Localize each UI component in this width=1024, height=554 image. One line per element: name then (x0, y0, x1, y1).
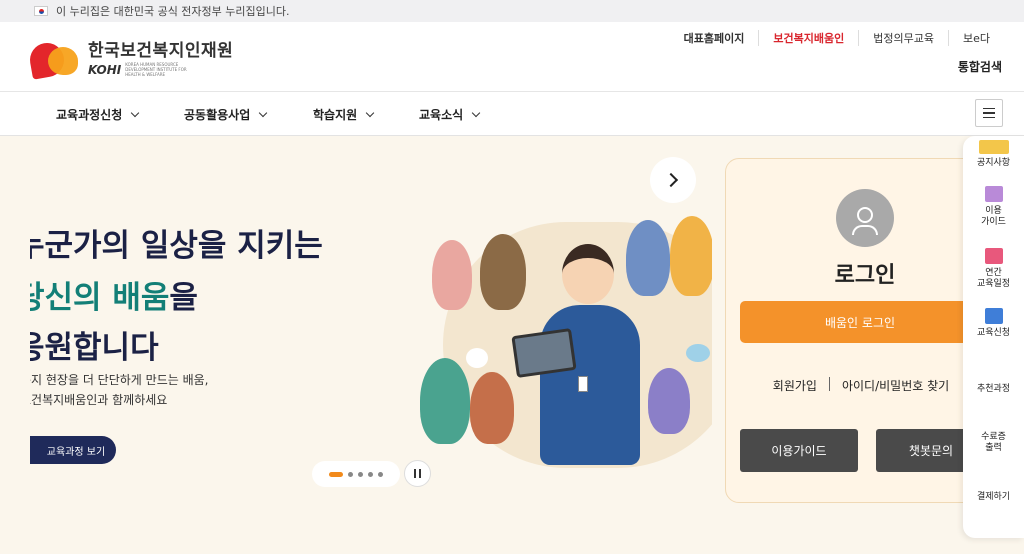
logo-sub-text: KOREA HUMAN RESOURCE DEVELOPMENT INSTITU… (125, 62, 187, 77)
nav-item-education-news[interactable]: 교육소식 (419, 106, 481, 123)
elderly-man-figure (480, 234, 526, 310)
slide-dot[interactable] (378, 471, 383, 477)
nav-item-shared-project[interactable]: 공동활용사업 (184, 106, 268, 123)
apply-icon (984, 308, 1003, 324)
hero-desc-line2: 보건복지배움인과 함께하세요 (30, 393, 168, 407)
hero-slide: 누군가의 일상을 지키는 당신의 배움을 응원합니다 복지 현장을 더 단단하게… (30, 158, 712, 503)
father-figure (626, 220, 670, 296)
next-slide-button[interactable] (650, 157, 696, 203)
quick-item-notice[interactable]: 공지사항 (963, 140, 1024, 169)
divider (828, 377, 830, 391)
logo-mark-icon (27, 37, 82, 80)
heart-bubble-icon (466, 348, 488, 368)
notice-icon (978, 140, 1009, 154)
chevron-down-icon (259, 108, 268, 118)
chevron-down-icon (131, 108, 140, 118)
mother-figure (670, 216, 712, 296)
view-courses-button[interactable]: 교육과정 보기 (30, 436, 116, 464)
user-avatar-icon (836, 189, 894, 247)
chevron-down-icon (365, 108, 375, 118)
login-panel: 로그인 배움인 로그인 회원가입 아이디/비밀번호 찾기 이용가이드 챗봇문의 (725, 158, 985, 503)
caregiver-figure (420, 358, 470, 444)
nav-item-learning-support[interactable]: 학습지원 (313, 106, 375, 123)
utility-nav: 대표홈페이지 보건복지배움인 법정의무교육 보e다 (670, 30, 1024, 46)
slide-dot[interactable] (348, 471, 353, 477)
hero-headline-highlight: 당신의 배움 (30, 280, 170, 316)
util-link-boeda[interactable]: 보e다 (947, 30, 1024, 46)
hero-headline-rest: 을 (169, 280, 198, 316)
quick-item-certificate[interactable]: 수료증 출력 (963, 432, 1024, 454)
gov-banner-text: 이 누리집은 대한민국 공식 전자정부 누리집입니다. (56, 5, 290, 18)
logo-english-text: KOHI (88, 62, 122, 77)
hero-description: 복지 현장을 더 단단하게 만드는 배움, 보건복지배움인과 함께하세요 (30, 370, 209, 410)
integrated-search-link[interactable]: 통합검색 (958, 58, 1002, 75)
site-header: 한국보건복지인재원 KOHI KOREA HUMAN RESOURCE DEVE… (0, 22, 1024, 92)
slide-dot[interactable] (358, 471, 363, 477)
signup-link[interactable]: 회원가입 (773, 377, 817, 394)
quick-item-apply[interactable]: 교육신청 (963, 308, 1024, 339)
quick-item-payment[interactable]: 결제하기 (963, 492, 1024, 503)
util-link-main[interactable]: 대표홈페이지 (670, 30, 759, 46)
util-link-baeumin[interactable]: 보건복지배움인 (758, 30, 858, 46)
nav-item-course-apply[interactable]: 교육과정신청 (56, 106, 140, 123)
login-title: 로그인 (834, 263, 896, 288)
nurse-figure (540, 305, 640, 465)
quick-item-guide[interactable]: 이용 가이드 (963, 186, 1024, 228)
guide-icon (984, 186, 1003, 202)
nav-label: 학습지원 (313, 108, 358, 122)
gov-banner: 이 누리집은 대한민국 공식 전자정부 누리집입니다. (0, 0, 1024, 22)
util-link-mandatory[interactable]: 법정의무교육 (858, 30, 948, 46)
slide-dot-active[interactable] (329, 471, 343, 477)
prev-slide-icon[interactable]: ‹ (66, 328, 75, 353)
tablet-icon (511, 328, 577, 378)
baeumin-login-button[interactable]: 배움인 로그인 (740, 301, 980, 343)
slide-pagination (312, 461, 400, 487)
login-links: 회원가입 아이디/비밀번호 찾기 (726, 377, 984, 394)
find-account-link[interactable]: 아이디/비밀번호 찾기 (842, 377, 949, 394)
hamburger-menu-button[interactable] (975, 99, 1003, 127)
chevron-right-icon (663, 172, 679, 188)
slide-dot[interactable] (368, 471, 373, 477)
nav-label: 교육소식 (419, 108, 464, 122)
nav-label: 공동활용사업 (184, 108, 251, 122)
hero-headline-line2: 당신의 배움을 (30, 272, 198, 317)
nurse-head (562, 244, 614, 304)
logo-korean-text: 한국보건복지인재원 (88, 41, 234, 61)
id-badge-icon (578, 376, 588, 392)
hero-headline-line1: 누군가의 일상을 지키는 (30, 228, 323, 264)
usage-guide-button[interactable]: 이용가이드 (740, 429, 858, 472)
elderly-woman-figure (432, 240, 472, 310)
elderly-patient-figure (470, 372, 514, 444)
korea-flag-icon (34, 6, 48, 16)
young-woman-figure (648, 368, 690, 434)
quick-menu: 공지사항 이용 가이드 연간 교육일정 교육신청 추천과정 수료증 출력 결제하… (963, 136, 1024, 538)
pause-slider-button[interactable] (404, 460, 431, 487)
main-nav: 교육과정신청 공동활용사업 학습지원 교육소식 (0, 92, 1024, 136)
hero-desc-line1: 복지 현장을 더 단단하게 만드는 배움, (30, 373, 209, 387)
nav-label: 교육과정신청 (56, 108, 123, 122)
site-logo[interactable]: 한국보건복지인재원 KOHI KOREA HUMAN RESOURCE DEVE… (27, 36, 234, 80)
calendar-icon (984, 248, 1003, 264)
quick-item-recommended[interactable]: 추천과정 (963, 384, 1024, 395)
chat-bubble-icon (686, 344, 710, 362)
quick-item-calendar[interactable]: 연간 교육일정 (963, 248, 1024, 290)
hero-headline-line3: 응원합니다 (30, 330, 159, 366)
chevron-down-icon (471, 108, 481, 118)
